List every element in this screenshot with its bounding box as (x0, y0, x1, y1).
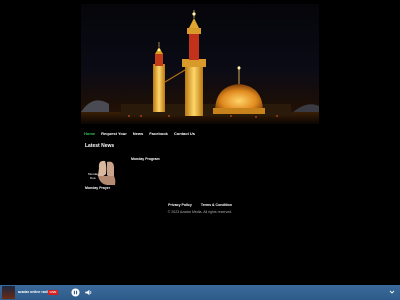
main-nav: Home Request Your News Facebook Contact … (81, 126, 319, 140)
volume-icon[interactable] (84, 288, 93, 297)
nav-item-news[interactable]: News (130, 131, 146, 136)
terms-link[interactable]: Terms & Condition (201, 203, 232, 207)
copyright-text: © 2023 Azadar Media. All rights reserved… (167, 210, 233, 214)
radio-player-bar: azadar online radio LIVE (0, 285, 400, 300)
pause-icon[interactable] (71, 288, 80, 297)
nav-item-facebook[interactable]: Facebook (146, 131, 171, 136)
image-text-dua: Dua (90, 176, 96, 180)
latest-news-heading: Latest News (85, 143, 115, 149)
nav-item-home[interactable]: Home (81, 131, 98, 136)
nav-item-request[interactable]: Request Your (98, 131, 130, 136)
news-item-title[interactable]: Monday Program (131, 157, 160, 161)
privacy-policy-link[interactable]: Privacy Policy (168, 203, 192, 207)
station-thumbnail (2, 286, 15, 299)
footer-links: Privacy Policy Terms & Condition (0, 203, 400, 207)
station-title: azadar online radio (18, 290, 50, 294)
chevron-down-icon[interactable] (389, 289, 395, 295)
news-item-caption[interactable]: Monday Prayer (85, 186, 110, 190)
header-shrine-image (81, 4, 319, 124)
nav-item-contact[interactable]: Contact Us (171, 131, 198, 136)
news-thumbnail[interactable]: Monday Dua (85, 154, 127, 187)
live-badge: LIVE (48, 289, 58, 295)
shrine-illustration (81, 10, 319, 124)
praying-hands-image: Monday Dua (85, 154, 127, 187)
